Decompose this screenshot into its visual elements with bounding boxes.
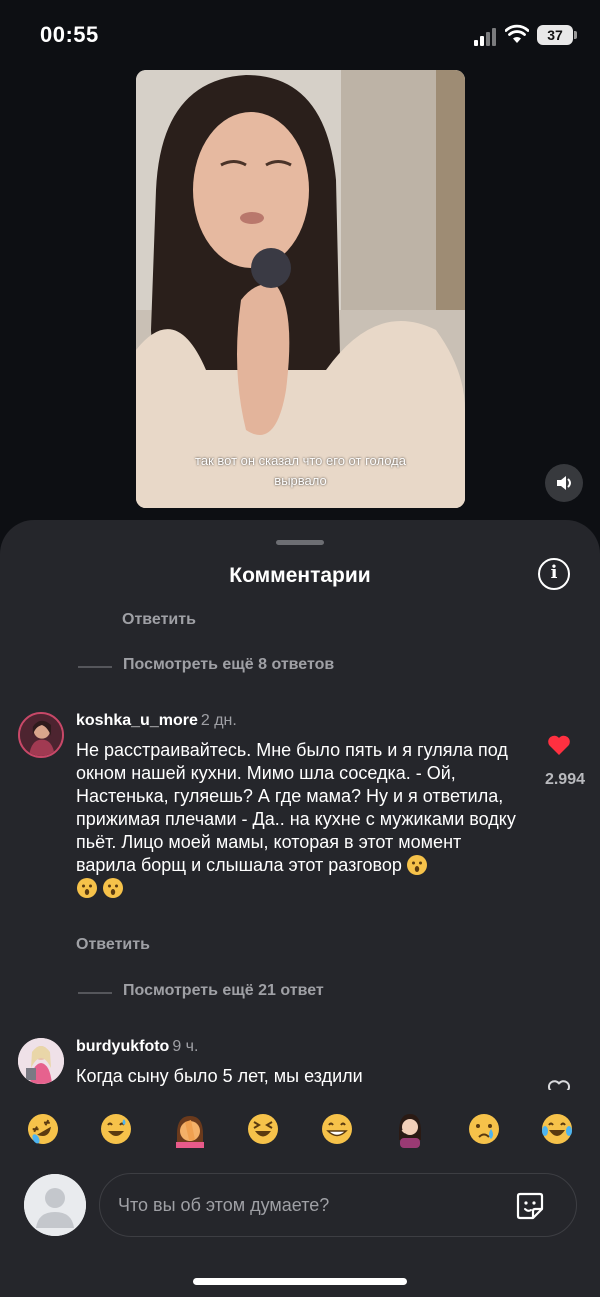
sheet-title: Комментарии <box>229 564 371 587</box>
rolling-laughing-emoji-icon[interactable] <box>24 1110 62 1148</box>
comment-text-body: Не расстраивайтесь. Мне было пять и я гу… <box>76 740 516 875</box>
home-indicator[interactable] <box>193 1278 407 1285</box>
info-icon: i <box>550 562 558 583</box>
video-preview[interactable]: так вот он сказал что его от голода вырв… <box>136 70 465 508</box>
wifi-icon <box>505 24 529 43</box>
comment-composer <box>0 1160 600 1297</box>
avatar-image <box>20 714 62 756</box>
avatar-image <box>18 1038 64 1084</box>
comment-username[interactable]: koshka_u_more <box>76 712 198 729</box>
grin-emoji-icon[interactable] <box>318 1110 356 1148</box>
cellular-signal-icon <box>474 28 498 46</box>
reply-button[interactable]: Ответить <box>122 611 196 629</box>
view-more-replies-label: Посмотреть ещё 21 ответ <box>123 982 324 999</box>
sheet-grabber[interactable] <box>276 540 324 545</box>
comment-username[interactable]: burdyukfoto <box>76 1038 169 1055</box>
reply-button[interactable]: Ответить <box>76 936 150 954</box>
comment-text: Не расстраивайтесь. Мне было пять и я гу… <box>76 739 524 900</box>
thread-line <box>78 992 112 994</box>
comment-time: 2 дн. <box>200 712 237 729</box>
comment-time: 9 ч. <box>172 1038 199 1055</box>
heart-filled-icon[interactable] <box>547 734 571 756</box>
avatar[interactable] <box>18 712 64 758</box>
status-time: 00:55 <box>40 22 99 47</box>
video-subtitle: так вот он сказал что его от голода вырв… <box>195 453 406 488</box>
facepalm-emoji-icon[interactable] <box>171 1110 209 1148</box>
sound-toggle-button[interactable] <box>545 464 583 502</box>
astonished-face-icon <box>406 855 427 875</box>
speaker-icon <box>557 476 571 490</box>
thread-line <box>78 666 112 668</box>
default-avatar-icon <box>24 1174 86 1236</box>
current-user-avatar[interactable] <box>24 1174 86 1236</box>
status-bar: 00:55 37 <box>0 0 600 70</box>
comment-item: koshka_u_more 2 дн. Не расстраивайтесь. М… <box>0 712 600 1012</box>
squinting-laugh-emoji-icon[interactable] <box>244 1110 282 1148</box>
tears-of-joy-emoji-icon[interactable] <box>538 1110 576 1148</box>
info-button[interactable]: i <box>538 558 570 590</box>
comment-input[interactable] <box>118 1184 498 1226</box>
comment-header: koshka_u_more 2 дн. <box>76 712 237 730</box>
comment-header: burdyukfoto 9 ч. <box>76 1038 198 1056</box>
avatar[interactable] <box>18 1038 64 1084</box>
comment-text: Когда сыну было 5 лет, мы ездили <box>76 1066 363 1086</box>
sticker-icon[interactable] <box>514 1190 546 1222</box>
video-frame-image <box>136 70 465 508</box>
astonished-face-icon <box>103 878 123 898</box>
view-more-replies-label: Посмотреть ещё 8 ответов <box>123 656 335 673</box>
battery-indicator: 37 <box>537 25 577 45</box>
crying-emoji-icon[interactable] <box>465 1110 503 1148</box>
comment-input-container <box>99 1173 577 1237</box>
astonished-face-icon <box>77 878 97 898</box>
sweat-smile-emoji-icon[interactable] <box>97 1110 135 1148</box>
like-count: 2.994 <box>544 771 585 788</box>
face-with-hand-emoji-icon[interactable] <box>391 1110 429 1148</box>
